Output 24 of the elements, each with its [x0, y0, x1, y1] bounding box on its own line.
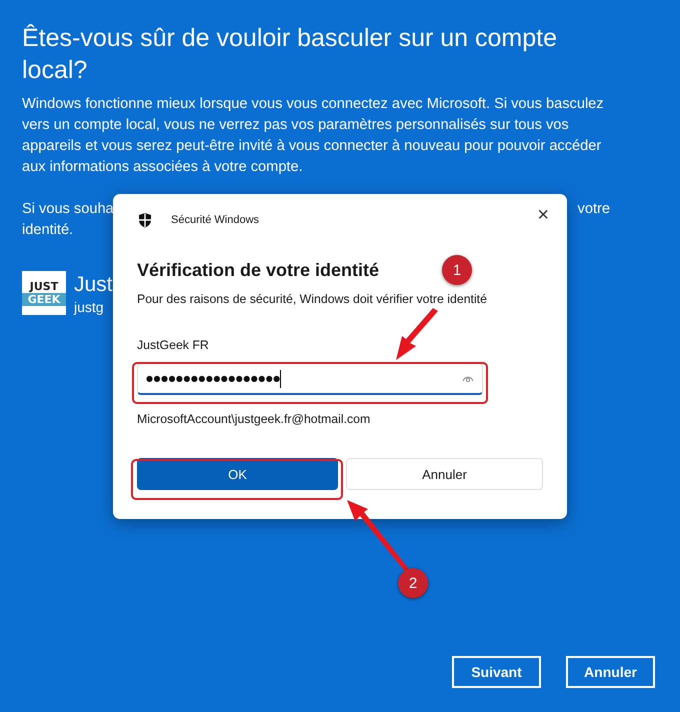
- info-text: Si vous souha: [22, 200, 114, 219]
- cancel-button[interactable]: Annuler: [566, 656, 655, 688]
- page-title: Êtes-vous sûr de vouloir basculer sur un compte local?: [22, 23, 558, 86]
- info-text: votre: [578, 200, 610, 219]
- cancel-button[interactable]: Annuler: [346, 458, 543, 490]
- arrow-icon: [396, 308, 438, 360]
- shield-icon: [137, 212, 153, 228]
- description-text: Windows fonctionne mieux lorsque vous vous connectez avec Microsoft. Si vous basculez vers un compte local, vous ne verrez pas vos paramètres personnalisés sur tous vos appareils et vous serez peut-être invité à vous connecter à nouveau pour pouvoir accéder aux informations associées à votre compte.: [22, 95, 605, 177]
- dialog-title: Sécurité Windows: [171, 214, 260, 226]
- dialog-heading: Vérification de votre identité: [137, 259, 380, 282]
- eye-icon[interactable]: [462, 374, 474, 382]
- dialog-message: Pour des raisons de sécurité, Windows doit vérifier votre identité: [137, 292, 488, 306]
- user-name: JustGeek FR: [137, 338, 210, 352]
- account-email: justg: [74, 299, 105, 315]
- logo-text: JUST: [30, 280, 58, 293]
- account-name: Just: [74, 272, 113, 298]
- password-field[interactable]: ●●●●●●●●●●●●●●●●●●: [137, 363, 483, 395]
- next-button[interactable]: Suivant: [452, 656, 541, 688]
- close-button[interactable]: ×: [533, 204, 553, 226]
- ok-button[interactable]: OK: [137, 458, 338, 490]
- logo-text: GEEK: [22, 293, 66, 306]
- info-text: identité.: [22, 222, 74, 238]
- account-id: MicrosoftAccount\justgeek.fr@hotmail.com: [137, 412, 372, 426]
- step-badge: 2: [398, 568, 428, 598]
